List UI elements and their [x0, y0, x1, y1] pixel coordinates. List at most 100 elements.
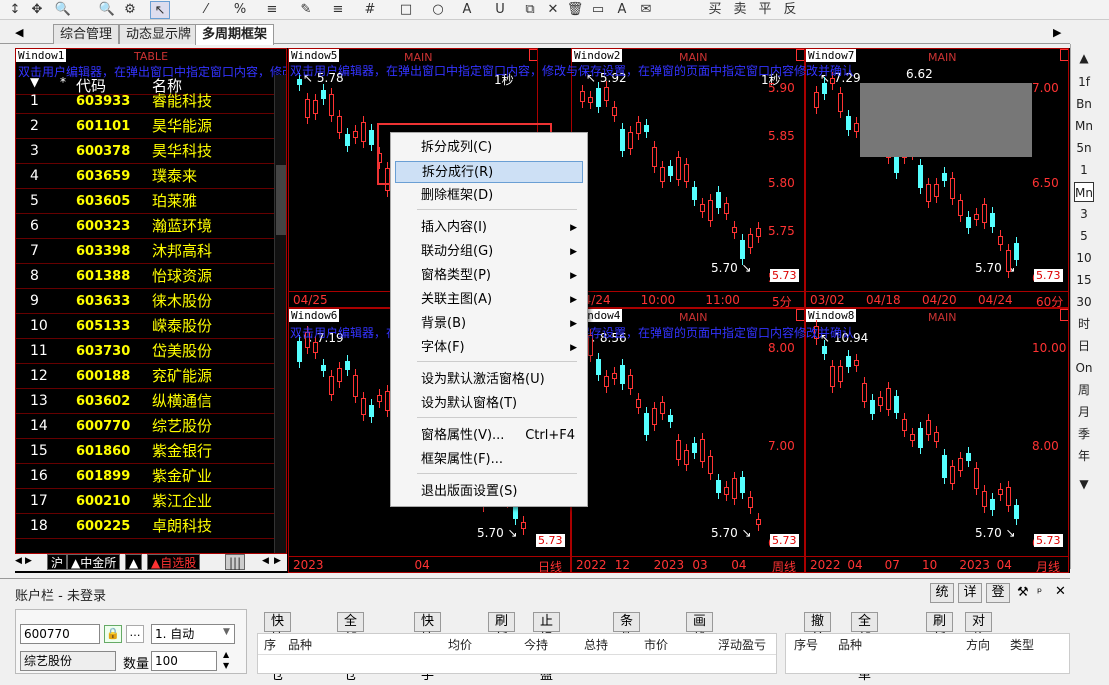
stock-name[interactable]: 昊华科技 [152, 139, 212, 164]
table-row[interactable]: 10 605133 嵘泰股份 [16, 314, 274, 339]
period-button-5[interactable]: 5 [1074, 226, 1094, 246]
period-button-季[interactable]: 季 [1074, 424, 1094, 444]
position-button-6[interactable]: 画线单 [686, 612, 714, 665]
chart-window[interactable]: Window7 MAIN ↖ 7.29 6.62 5.70 ↘ 03/02 04/18 04/… [805, 48, 1069, 308]
account-icon-1[interactable]: 详 [958, 583, 982, 603]
table-row[interactable]: 17 600210 紫江企业 [16, 489, 274, 514]
stock-name[interactable]: 纵横通信 [152, 389, 212, 414]
period-button-时[interactable]: 时 [1074, 314, 1094, 334]
market-tab-scroll[interactable]: ||| [225, 554, 246, 570]
grid-header-5[interactable]: 市价 [644, 636, 668, 653]
tab-scroll-right-icon[interactable]: ▶ [1053, 26, 1061, 39]
stock-table-window[interactable]: Window1 TABLE 双击用户编辑器，在弹出窗口中指定窗口内容，修改与保存… [15, 48, 287, 554]
table-row[interactable]: 3 600378 昊华科技 [16, 139, 274, 164]
position-button-3[interactable]: 刷新 [488, 612, 516, 647]
orders-header-0[interactable]: 序号 [794, 636, 818, 653]
toolbar-button-10[interactable]: ≡ [328, 1, 348, 19]
order-button-1[interactable]: 全部撤单 [851, 612, 879, 683]
menu-item-4[interactable]: 联动分组(G) ▶ [395, 241, 583, 263]
menu-item-13[interactable]: 退出版面设置(S) [395, 481, 583, 503]
grid-header-1[interactable]: 品种 [288, 636, 312, 653]
stock-code-input[interactable]: 600770 [20, 624, 100, 644]
period-button-3[interactable]: 3 [1074, 204, 1094, 224]
toolbar-button-11[interactable]: # [360, 1, 380, 19]
period-button-1f[interactable]: 1f [1074, 72, 1094, 92]
table-row[interactable]: 18 600225 卓朗科技 [16, 514, 274, 539]
qty-up-icon[interactable]: ▲ [223, 650, 229, 659]
period-button-Bn[interactable]: Bn [1074, 94, 1094, 114]
menu-item-0[interactable]: 拆分成列(C) [395, 137, 583, 159]
period-button-Mn[interactable]: Mn [1074, 116, 1094, 136]
stock-code[interactable]: 601388 [76, 264, 130, 289]
period-button-日[interactable]: 日 [1074, 336, 1094, 356]
stock-name[interactable]: 昊华能源 [152, 114, 212, 139]
toolbar-button-9[interactable]: ✎ [296, 1, 316, 19]
stock-code[interactable]: 603602 [76, 389, 130, 414]
period-button-月[interactable]: 月 [1074, 402, 1094, 422]
grid-header-4[interactable]: 总持 [584, 636, 608, 653]
toolbar-button-4[interactable]: ⚙ [120, 1, 140, 19]
stock-name[interactable]: 岱美股份 [152, 339, 212, 364]
order-button-2[interactable]: 刷新 [926, 612, 954, 647]
pin-icon[interactable]: ᵖ [1037, 585, 1042, 599]
table-row[interactable]: 5 603605 珀莱雅 [16, 189, 274, 214]
table-row[interactable]: 1 603933 睿能科技 [16, 89, 274, 114]
tab-dynamic-board[interactable]: 动态显示牌 [119, 24, 199, 44]
toolbar-button-14[interactable]: A [457, 1, 477, 19]
chevron-down-icon[interactable]: ▼ [223, 627, 230, 637]
stock-code[interactable]: 603633 [76, 289, 130, 314]
period-button-10[interactable]: 10 [1074, 248, 1094, 268]
stock-name[interactable]: 综艺股份 [152, 414, 212, 439]
stock-code[interactable]: 601860 [76, 439, 130, 464]
maximize-icon[interactable] [796, 49, 804, 61]
toolbar-button-20[interactable]: A [612, 1, 632, 19]
tabs-scroll-left-icon[interactable]: ◀ [15, 556, 22, 566]
chart-window[interactable]: Window4 MAIN ↖ 8.56 5.70 ↘ 2022 12 2023 03 04 周线 8… [571, 308, 805, 573]
table-row[interactable]: 2 601101 昊华能源 [16, 114, 274, 139]
toolbar-button-18[interactable]: 🗑 [565, 1, 585, 19]
table-row[interactable]: 14 600770 综艺股份 [16, 414, 274, 439]
period-button-年[interactable]: 年 [1074, 446, 1094, 466]
lock-icon[interactable]: 🔒 [104, 625, 122, 643]
period-button-30[interactable]: 30 [1074, 292, 1094, 312]
toolbar-button-17[interactable]: ✕ [543, 1, 563, 19]
market-tab-watchlist[interactable]: ▲自选股 [147, 554, 201, 570]
period-button-1[interactable]: 1 [1074, 160, 1094, 180]
stock-code[interactable]: 603605 [76, 189, 130, 214]
stock-code[interactable]: 605133 [76, 314, 130, 339]
toolbar-button-19[interactable]: ▭ [588, 1, 608, 19]
stock-code[interactable]: 603398 [76, 239, 130, 264]
toolbar-button-22[interactable]: 买 [705, 1, 725, 19]
stock-name[interactable]: 紫金矿业 [152, 464, 212, 489]
chart-window[interactable]: Window8 MAIN ↖ 10.94 5.70 ↘ 2022 04 07 10 2023 04… [805, 308, 1069, 573]
menu-item-6[interactable]: 关联主图(A) ▶ [395, 289, 583, 311]
table-row[interactable]: 15 601860 紫金银行 [16, 439, 274, 464]
stock-code[interactable]: 601899 [76, 464, 130, 489]
market-tab-sh[interactable]: 沪 [47, 554, 68, 570]
period-button-15[interactable]: 15 [1074, 270, 1094, 290]
position-button-5[interactable]: 条件单 [613, 612, 641, 665]
maximize-icon[interactable] [1060, 49, 1068, 61]
position-button-4[interactable]: 止损止盈 [533, 612, 561, 683]
toolbar-button-15[interactable]: U [490, 1, 510, 19]
menu-item-2[interactable]: 删除框架(D) [395, 185, 583, 207]
stock-code[interactable]: 600188 [76, 364, 130, 389]
menu-item-5[interactable]: 窗格类型(P) ▶ [395, 265, 583, 287]
toolbar-button-25[interactable]: 反 [780, 1, 800, 19]
period-button-Mn[interactable]: Mn [1074, 182, 1094, 202]
period-button-On[interactable]: On [1074, 358, 1094, 378]
grid-header-3[interactable]: 今持 [524, 636, 548, 653]
stock-name[interactable]: 怡球资源 [152, 264, 212, 289]
position-button-2[interactable]: 快捷反手 [414, 612, 442, 683]
toolbar-button-7[interactable]: % [230, 1, 250, 19]
table-row[interactable]: 16 601899 紫金矿业 [16, 464, 274, 489]
maximize-icon[interactable] [529, 49, 537, 61]
qty-down-icon[interactable]: ▼ [223, 661, 229, 670]
stock-code[interactable]: 600210 [76, 489, 130, 514]
toolbar-button-13[interactable]: ○ [428, 1, 448, 19]
sidebar-up-icon[interactable]: ▲ [1074, 48, 1094, 68]
table-row[interactable]: 12 600188 兖矿能源 [16, 364, 274, 389]
stock-code[interactable]: 603730 [76, 339, 130, 364]
menu-item-3[interactable]: 插入内容(I) ▶ [395, 217, 583, 239]
menu-item-10[interactable]: 设为默认窗格(T) [395, 393, 583, 415]
